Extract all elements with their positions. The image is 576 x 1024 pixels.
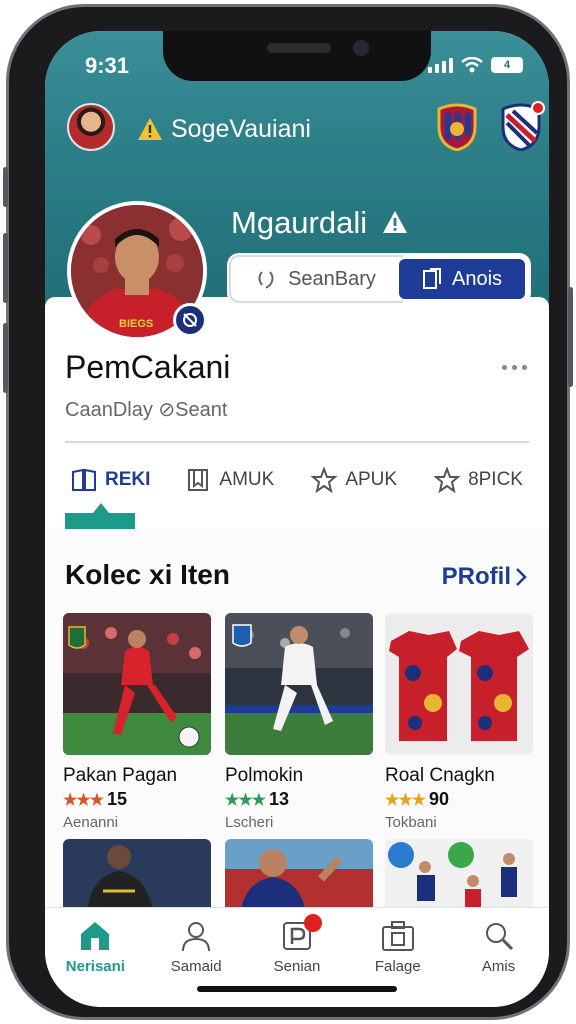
star-icon: [434, 467, 461, 493]
volume-up-button: [3, 233, 8, 303]
rating-value: 90: [429, 789, 450, 809]
verified-badge-icon: [173, 303, 207, 337]
active-tab-indicator: [65, 513, 135, 529]
top-bar: SogeVauiani: [65, 101, 545, 155]
primary-action-button[interactable]: Anois: [397, 257, 527, 301]
club-crest-icon[interactable]: [435, 103, 479, 151]
nav-falage[interactable]: Falage: [353, 920, 443, 1007]
warning-icon: [138, 118, 162, 140]
signal-icon: [428, 58, 453, 73]
front-camera: [353, 40, 369, 56]
rating-stars-icon: ★★★: [385, 791, 426, 809]
camera-icon: [381, 921, 414, 951]
book-icon: [72, 468, 96, 491]
secondary-action-button[interactable]: SeanBary: [229, 255, 403, 303]
item-card[interactable]: Polmokin ★★★ 13 Lscheri: [225, 613, 373, 831]
jersey-text: BIEGS: [119, 318, 153, 330]
profile-display-name: Mgaurdali: [231, 205, 368, 240]
item-card-partial[interactable]: [225, 839, 373, 909]
tab-reki[interactable]: REKI: [65, 455, 156, 505]
item-rating: ★★★ 90: [385, 789, 533, 810]
item-rating: ★★★ 13: [225, 789, 373, 810]
profile-link[interactable]: PRofil: [442, 563, 527, 591]
nav-senian[interactable]: Senian: [252, 914, 342, 1007]
nav-label: Amis: [481, 958, 516, 975]
item-image: [385, 613, 533, 755]
document-icon: [422, 268, 441, 289]
item-subtitle: Lscheri: [225, 814, 274, 831]
rating-value: 15: [107, 789, 128, 809]
nav-amis[interactable]: Amis: [454, 920, 544, 1007]
power-button: [568, 287, 573, 387]
section-title: Kolec xi Iten: [65, 559, 230, 590]
bookmark-icon: [188, 469, 209, 491]
home-indicator: [197, 986, 397, 992]
nav-label: Senian: [273, 958, 321, 975]
search-icon: [485, 923, 513, 951]
divider: [65, 441, 529, 443]
primary-action-label: Anois: [451, 267, 503, 290]
rating-value: 13: [269, 789, 290, 809]
status-icons: 4: [428, 57, 523, 73]
notification-badge: [303, 914, 322, 932]
nav-home[interactable]: Nerisani: [50, 920, 140, 1007]
item-card[interactable]: Pakan Pagan ★★★ 15 Aenanni: [63, 613, 211, 831]
nav-label: Falage: [374, 958, 421, 975]
app-title: SogeVauiani: [171, 115, 311, 143]
notification-dot: [531, 101, 545, 115]
speaker: [267, 43, 331, 53]
tab-amuk[interactable]: AMUK: [181, 455, 280, 505]
nav-samaid[interactable]: Samaid: [151, 920, 241, 1007]
club-shield-button[interactable]: [499, 101, 545, 151]
item-title: Polmokin: [225, 765, 304, 786]
profile-name: PemCakani: [65, 349, 231, 385]
item-card-partial[interactable]: [385, 839, 533, 909]
tab-8pick[interactable]: 8PICK: [428, 455, 529, 505]
item-card-partial[interactable]: [63, 839, 211, 909]
item-rating: ★★★ 15: [63, 789, 211, 810]
rating-stars-icon: ★★★: [225, 791, 266, 809]
collection-section: Kolec xi Iten PRofil Pakan Pagan ★★★ 15 …: [45, 529, 549, 909]
nav-label: Samaid: [170, 958, 222, 975]
chevron-right-icon: [516, 568, 527, 586]
tab-apuk[interactable]: APUK: [305, 455, 403, 505]
item-card[interactable]: Roal Cnagkn ★★★ 90 Tokbani: [385, 613, 533, 831]
user-icon: [182, 922, 211, 952]
wifi-icon: [461, 57, 483, 73]
tab-label: REKI: [105, 469, 151, 490]
bottom-navigation: Nerisani Samaid Senian Falage Amis: [45, 907, 549, 1007]
home-icon: [81, 922, 110, 950]
profile-link-label: PRofil: [441, 563, 511, 590]
refresh-icon: [258, 271, 274, 289]
mute-switch: [3, 167, 8, 207]
avatar[interactable]: [67, 103, 115, 151]
battery-icon: 4: [491, 57, 523, 73]
star-icon: [311, 467, 338, 493]
item-subtitle: Aenanni: [63, 814, 119, 831]
secondary-action-label: SeanBary: [288, 267, 376, 290]
tab-label: 8PICK: [468, 469, 523, 490]
tab-label: APUK: [345, 469, 398, 490]
notch: [163, 31, 431, 81]
nav-label: Nerisani: [65, 958, 125, 975]
volume-down-button: [3, 323, 8, 393]
item-title: Roal Cnagkn: [385, 765, 495, 786]
phone-frame: 9:31 4 SogeVauiani BIEGS Mgaurdali SeanB…: [3, 4, 573, 1020]
profile-subtitle: CaanDlay ⊘Seant: [65, 399, 228, 421]
more-icon[interactable]: [502, 365, 527, 370]
tab-caret: [93, 503, 109, 513]
rating-stars-icon: ★★★: [63, 791, 104, 809]
screen: 9:31 4 SogeVauiani BIEGS Mgaurdali SeanB…: [45, 31, 549, 1007]
item-image: [225, 613, 373, 755]
profile-tabs: REKI AMUK APUK 8PICK: [65, 455, 529, 505]
item-title: Pakan Pagan: [63, 765, 178, 786]
item-image: [63, 613, 211, 755]
alert-icon: [383, 211, 407, 233]
tab-label: AMUK: [219, 469, 275, 490]
status-time: 9:31: [85, 53, 130, 78]
item-subtitle: Tokbani: [385, 814, 437, 831]
